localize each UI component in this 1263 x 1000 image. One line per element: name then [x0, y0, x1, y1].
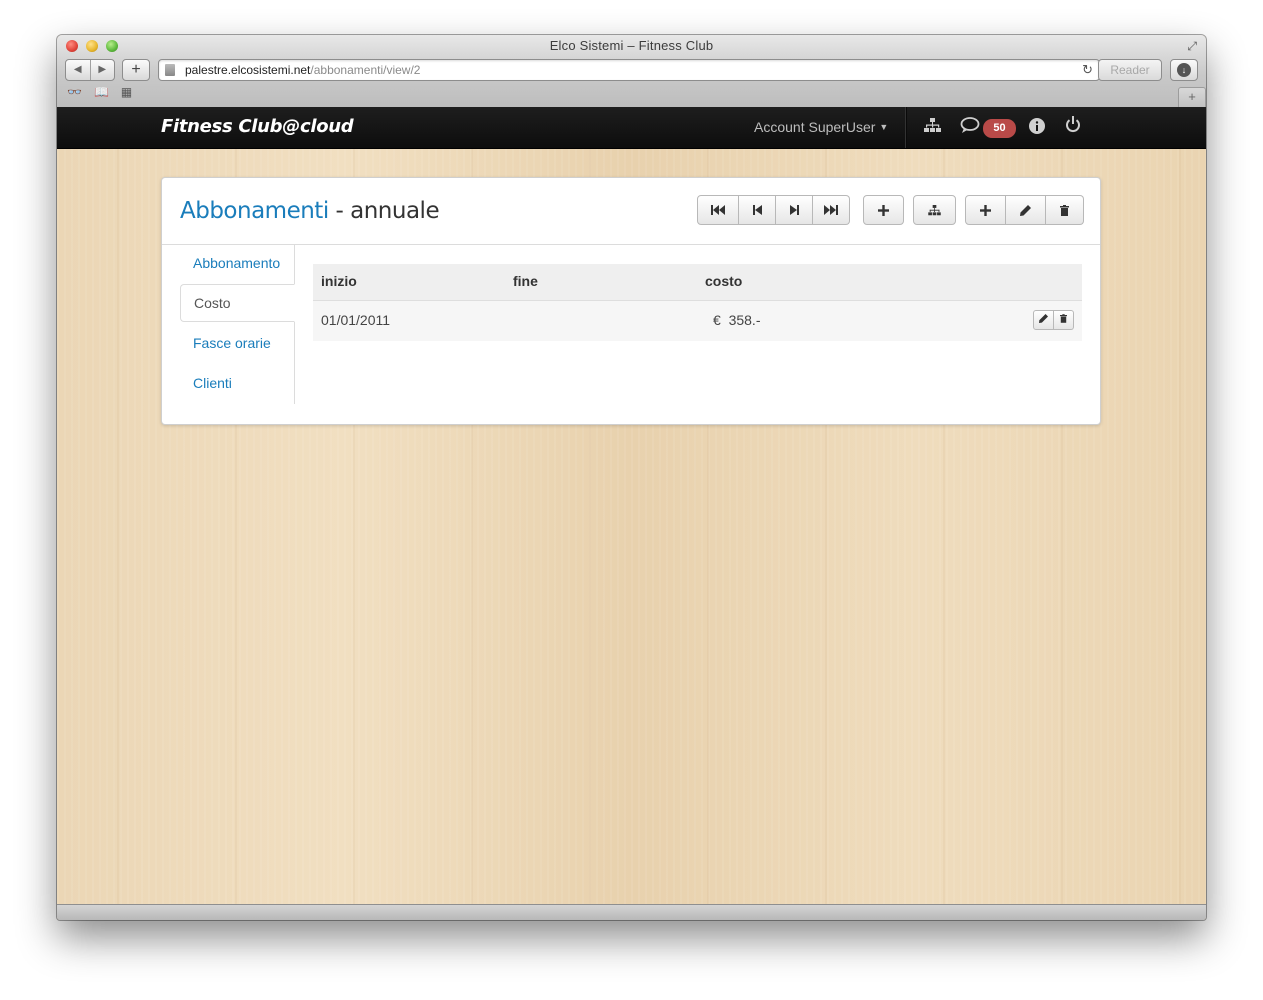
sidebar-item-clienti[interactable]: Clienti [180, 364, 294, 402]
account-label: Account SuperUser [754, 119, 876, 135]
row-edit-button[interactable] [1033, 310, 1054, 330]
add-record-button[interactable] [863, 195, 904, 225]
forward-arrow-icon[interactable]: ▶ [89, 60, 115, 80]
sidebar-item-fasce-orarie[interactable]: Fasce orarie [180, 324, 294, 362]
download-icon: ↓ [1177, 63, 1191, 77]
sidebar-item-costo[interactable]: Costo [180, 284, 295, 322]
edit-actions-group [965, 195, 1084, 225]
downloads-button[interactable]: ↓ [1170, 59, 1198, 81]
caret-down-icon: ▼ [879, 122, 889, 132]
last-record-button[interactable] [813, 195, 850, 225]
page-title: Abbonamenti - annuale [180, 198, 440, 224]
reload-icon[interactable]: ↻ [1082, 60, 1093, 80]
table-header: inizio fine costo [313, 264, 1082, 301]
chat-bubble-icon[interactable] [960, 117, 980, 138]
cell-inizio: 01/01/2011 [321, 312, 391, 328]
previous-record-icon [752, 205, 762, 215]
app-navbar: Fitness Club@cloud Account SuperUser ▼ 50 [57, 107, 1206, 149]
page-content: Fitness Club@cloud Account SuperUser ▼ 50 [57, 107, 1206, 905]
previous-record-button[interactable] [739, 195, 776, 225]
record-navigation-group [697, 195, 850, 225]
browser-toolbar: Elco Sistemi – Fitness Club ⤢ ◀ ▶ + pale… [57, 35, 1206, 108]
breadcrumb-abbonamenti-link[interactable]: Abbonamenti [180, 198, 329, 224]
sitemap-icon [928, 204, 941, 215]
cell-costo: € 358.- [713, 312, 761, 328]
power-logout-icon[interactable] [1065, 116, 1081, 138]
next-record-icon [789, 205, 799, 215]
next-record-button[interactable] [776, 195, 813, 225]
row-delete-button[interactable] [1054, 310, 1074, 330]
trash-icon [1060, 314, 1067, 323]
url-host: palestre.elcosistemi.net [185, 63, 311, 77]
card-header: Abbonamenti - annuale [162, 178, 1100, 245]
url-text: palestre.elcosistemi.net/abbonamenti/vie… [185, 60, 420, 80]
last-record-icon [824, 205, 838, 215]
brand-logo[interactable]: Fitness Club@cloud [161, 116, 354, 137]
hierarchy-button[interactable] [913, 195, 956, 225]
site-page-icon [165, 64, 175, 76]
messages-count-badge[interactable]: 50 [983, 119, 1016, 138]
subscription-card: Abbonamenti - annuale Abbonamento Costo … [161, 177, 1101, 425]
window-title: Elco Sistemi – Fitness Club [549, 38, 714, 53]
navbar-divider [905, 107, 907, 148]
reading-list-icon[interactable]: 👓 [67, 85, 82, 101]
pencil-icon [1020, 204, 1031, 216]
back-arrow-icon[interactable]: ◀ [66, 60, 90, 80]
edit-button[interactable] [1006, 195, 1046, 225]
first-record-icon [711, 205, 725, 215]
sidebar-item-abbonamento[interactable]: Abbonamento [180, 244, 294, 282]
url-path: /abbonamenti/view/2 [310, 63, 421, 77]
add-button[interactable] [965, 195, 1006, 225]
plus-icon [878, 204, 889, 216]
add-bookmark-button[interactable]: + [122, 59, 150, 81]
sitemap-icon[interactable] [924, 118, 941, 137]
fullscreen-icon[interactable]: ⤢ [1187, 39, 1197, 54]
trash-icon [1060, 204, 1069, 216]
column-header-fine: fine [513, 273, 538, 289]
delete-button[interactable] [1046, 195, 1084, 225]
browser-status-bar [57, 904, 1206, 920]
new-record-group [863, 195, 904, 225]
bookmarks-book-icon[interactable]: 📖 [94, 85, 109, 101]
browser-window: Elco Sistemi – Fitness Club ⤢ ◀ ▶ + pale… [57, 35, 1206, 920]
first-record-button[interactable] [697, 195, 739, 225]
row-actions [1033, 310, 1074, 330]
account-dropdown[interactable]: Account SuperUser ▼ [754, 119, 888, 135]
page-subtitle: - annuale [328, 198, 440, 224]
hierarchy-group [913, 195, 956, 225]
bookmarks-bar: 👓 📖 ▦ [67, 85, 132, 101]
table-row: 01/01/2011 € 358.- [313, 301, 1082, 341]
history-nav: ◀ ▶ [65, 59, 115, 81]
costs-table: inizio fine costo 01/01/2011 € 358.- [313, 264, 1082, 341]
new-tab-button[interactable]: + [1178, 87, 1206, 107]
address-bar[interactable]: palestre.elcosistemi.net/abbonamenti/vie… [158, 59, 1100, 81]
column-header-costo: costo [705, 273, 743, 289]
info-icon[interactable] [1029, 118, 1045, 138]
detail-sidebar: Abbonamento Costo Fasce orarie Clienti [180, 244, 295, 404]
reader-button[interactable]: Reader [1098, 59, 1162, 81]
pencil-icon [1039, 314, 1048, 323]
top-sites-grid-icon[interactable]: ▦ [121, 85, 132, 101]
plus-icon [980, 204, 991, 216]
column-header-inizio: inizio [321, 273, 357, 289]
